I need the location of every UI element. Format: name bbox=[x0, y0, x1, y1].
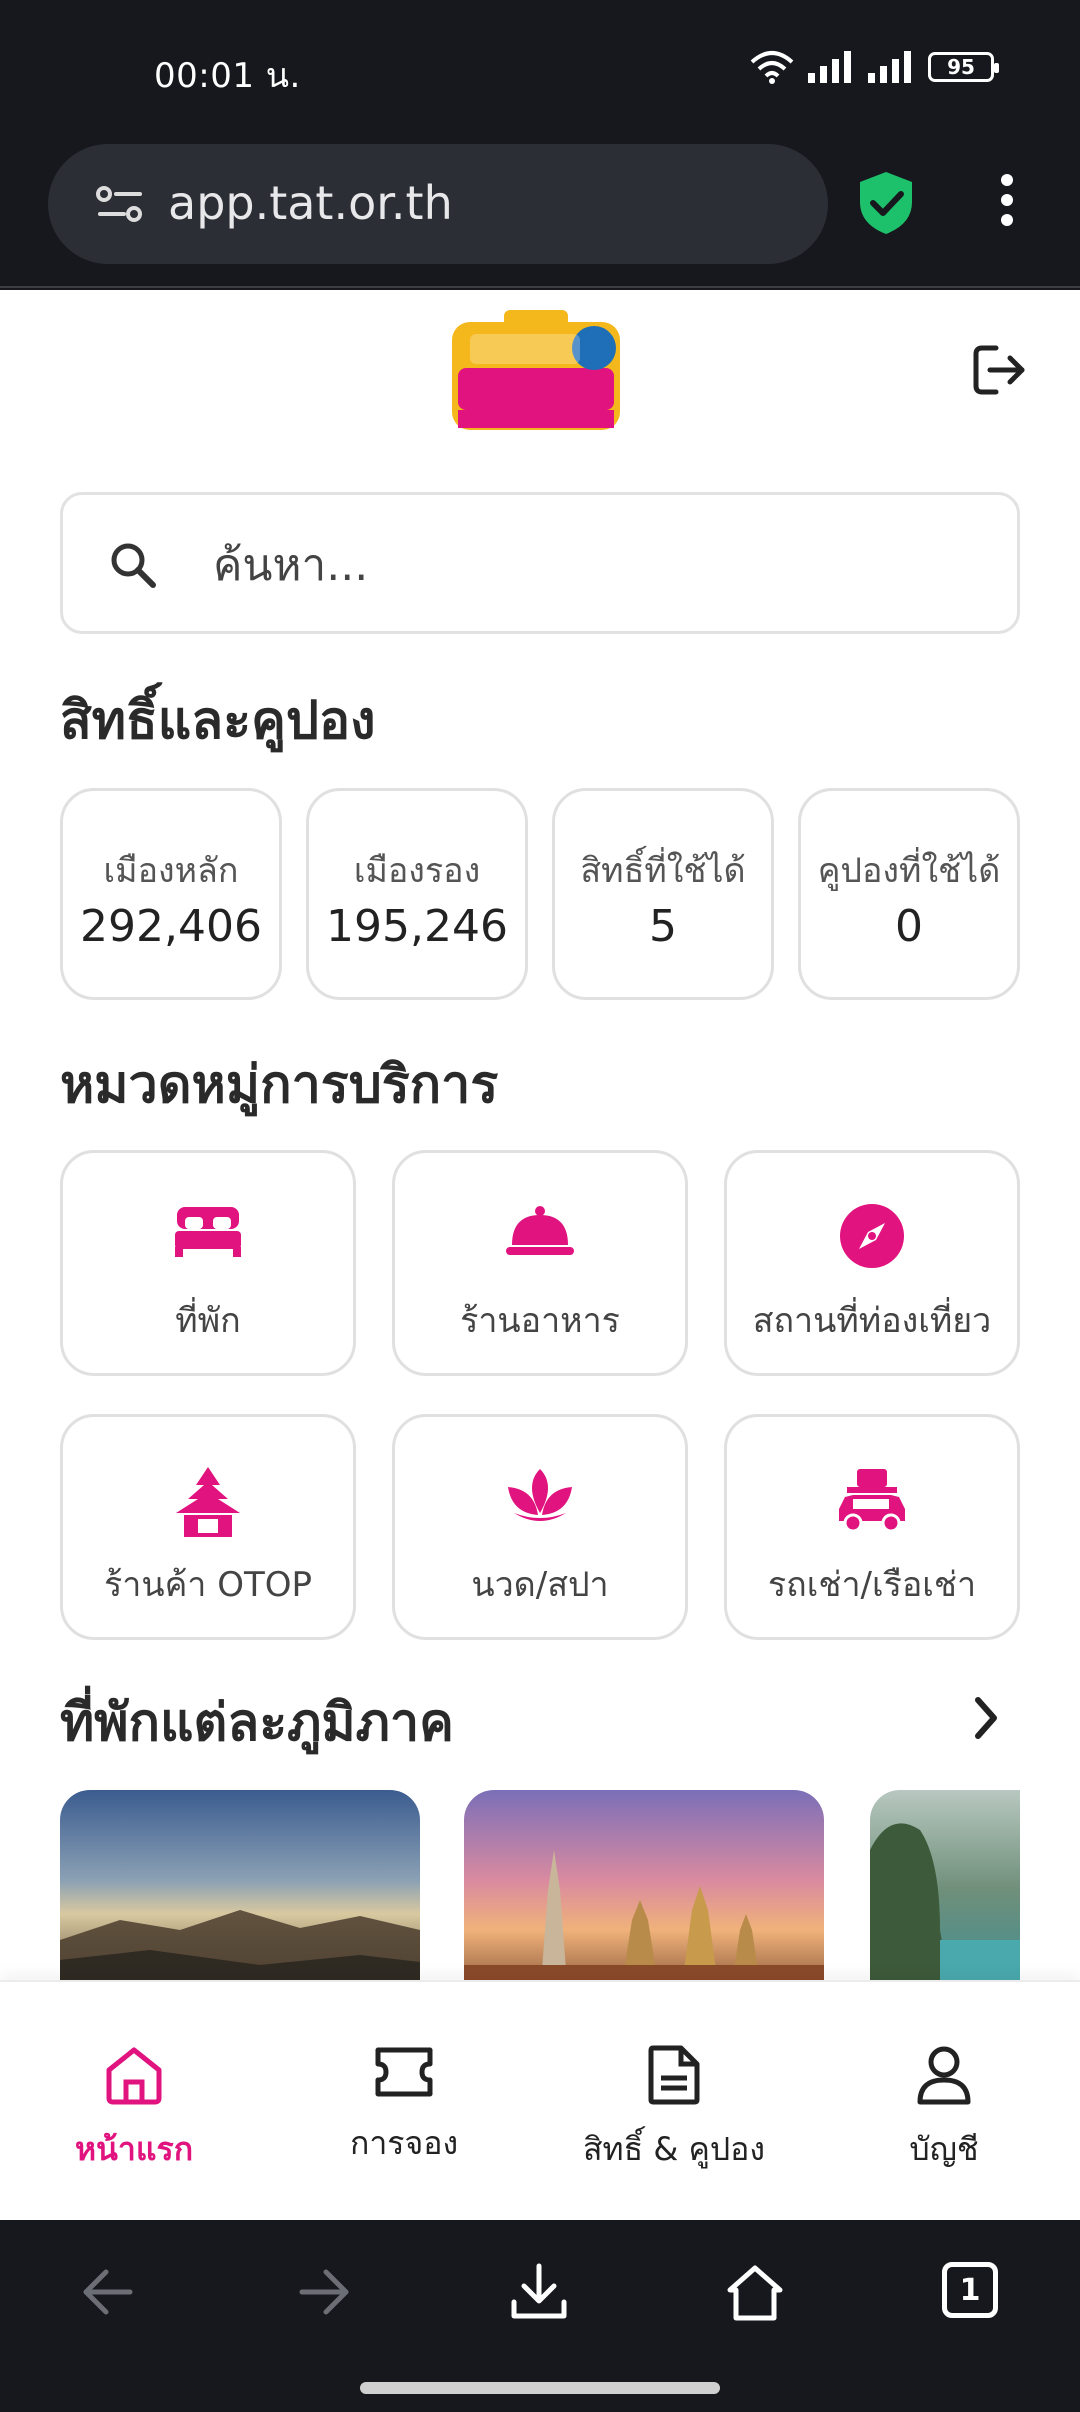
stat-card-available-coupons[interactable]: คูปองที่ใช้ได้ 0 bbox=[798, 788, 1020, 1000]
search-icon bbox=[111, 543, 156, 588]
lotus-icon bbox=[508, 1469, 572, 1521]
page-content: สิทธิ์และคูปอง เมืองหลัก 292,406 เมืองรอ… bbox=[0, 290, 1080, 2220]
back-arrow-icon[interactable] bbox=[78, 2262, 138, 2322]
category-label: นวด/สปา bbox=[471, 1565, 609, 1605]
battery-icon: 95 bbox=[928, 52, 999, 82]
nav-label: หน้าแรก bbox=[74, 2130, 194, 2168]
status-icons: 95 bbox=[750, 50, 999, 84]
user-icon bbox=[917, 2046, 971, 2105]
category-label: สถานที่ท่องเที่ยว bbox=[752, 1301, 992, 1341]
app-logo[interactable] bbox=[450, 310, 622, 430]
stat-value: 195,246 bbox=[326, 901, 508, 952]
url-text: app.tat.or.th bbox=[168, 176, 453, 230]
nav-account[interactable]: บัญชี bbox=[814, 2044, 1074, 2175]
stat-label: สิทธิ์ที่ใช้ได้ bbox=[580, 851, 746, 891]
nav-label: การจอง bbox=[349, 2124, 459, 2162]
nav-booking[interactable]: การจอง bbox=[274, 2044, 534, 2169]
home-icon bbox=[106, 2047, 162, 2105]
category-accommodation[interactable]: ที่พัก bbox=[60, 1150, 356, 1376]
region-section-title: ที่พักแต่ละภูมิภาค bbox=[60, 1693, 454, 1753]
stat-value: 5 bbox=[649, 901, 677, 952]
category-label: ร้านค้า OTOP bbox=[103, 1565, 313, 1605]
stat-card-main-city[interactable]: เมืองหลัก 292,406 bbox=[60, 788, 282, 1000]
search-box[interactable] bbox=[60, 492, 1020, 634]
temple-image bbox=[464, 1850, 824, 1990]
signal-icon-2 bbox=[868, 51, 911, 83]
wifi-icon bbox=[750, 51, 794, 84]
category-car-boat-rental[interactable]: รถเช่า/เรือเช่า bbox=[724, 1414, 1020, 1640]
chevron-right-icon[interactable] bbox=[970, 1694, 1002, 1742]
region-card-south[interactable] bbox=[870, 1790, 1020, 1990]
status-bar: 00:01 น. 95 bbox=[0, 0, 1080, 140]
search-input[interactable] bbox=[213, 525, 973, 605]
stat-label: เมืองรอง bbox=[353, 851, 481, 891]
logout-icon[interactable] bbox=[972, 344, 1028, 396]
shield-check-icon[interactable] bbox=[856, 170, 916, 236]
more-menu-icon[interactable] bbox=[990, 170, 1024, 230]
category-restaurant[interactable]: ร้านอาหาร bbox=[392, 1150, 688, 1376]
nav-rights-coupons[interactable]: สิทธิ์ & คูปอง bbox=[544, 2044, 804, 2175]
stat-card-available-rights[interactable]: สิทธิ์ที่ใช้ได้ 5 bbox=[552, 788, 774, 1000]
browser-url-bar: app.tat.or.th bbox=[0, 140, 1080, 288]
download-icon[interactable] bbox=[508, 2262, 570, 2324]
tab-count: 1 bbox=[959, 2272, 981, 2308]
thai-pavilion-icon bbox=[176, 1467, 240, 1537]
address-field[interactable]: app.tat.or.th bbox=[48, 144, 828, 264]
stat-value: 0 bbox=[895, 901, 923, 952]
nav-label: บัญชี bbox=[909, 2130, 979, 2168]
battery-level: 95 bbox=[947, 55, 975, 79]
category-label: ร้านอาหาร bbox=[460, 1301, 620, 1341]
document-icon bbox=[648, 2045, 700, 2105]
browser-toolbar: 1 bbox=[0, 2220, 1080, 2370]
food-cloche-icon bbox=[506, 1206, 574, 1255]
region-card-central[interactable] bbox=[464, 1790, 824, 1990]
category-attractions[interactable]: สถานที่ท่องเที่ยว bbox=[724, 1150, 1020, 1376]
mountain-image bbox=[60, 1910, 420, 1990]
nav-label: สิทธิ์ & คูปอง bbox=[582, 2130, 765, 2168]
rights-section-title: สิทธิ์และคูปอง bbox=[60, 691, 376, 751]
ticket-icon bbox=[375, 2047, 433, 2097]
category-otop[interactable]: ร้านค้า OTOP bbox=[60, 1414, 356, 1640]
stat-card-secondary-city[interactable]: เมืองรอง 195,246 bbox=[306, 788, 528, 1000]
site-settings-icon[interactable] bbox=[96, 184, 144, 224]
category-spa[interactable]: นวด/สปา bbox=[392, 1414, 688, 1640]
stat-label: เมืองหลัก bbox=[103, 851, 239, 891]
gesture-bar[interactable] bbox=[360, 2382, 720, 2394]
signal-icon bbox=[808, 51, 851, 83]
island-image bbox=[870, 1823, 1020, 1990]
home-browser-icon[interactable] bbox=[724, 2262, 786, 2324]
compass-icon bbox=[840, 1204, 904, 1268]
stat-label: คูปองที่ใช้ได้ bbox=[817, 851, 1001, 891]
stat-value: 292,406 bbox=[80, 901, 262, 952]
category-label: รถเช่า/เรือเช่า bbox=[767, 1565, 977, 1605]
tabs-button[interactable]: 1 bbox=[942, 2262, 998, 2318]
nav-home[interactable]: หน้าแรก bbox=[4, 2044, 264, 2175]
category-label: ที่พัก bbox=[175, 1301, 241, 1341]
bed-icon bbox=[175, 1207, 241, 1257]
forward-arrow-icon[interactable] bbox=[294, 2262, 354, 2322]
bottom-navigation: หน้าแรก การจอง สิทธิ์ & คูปอง บัญชี bbox=[0, 1980, 1080, 2220]
category-section-title: หมวดหมู่การบริการ bbox=[60, 1055, 499, 1115]
car-luggage-icon bbox=[839, 1469, 905, 1533]
region-card-north[interactable] bbox=[60, 1790, 420, 1990]
status-time: 00:01 น. bbox=[154, 56, 301, 96]
